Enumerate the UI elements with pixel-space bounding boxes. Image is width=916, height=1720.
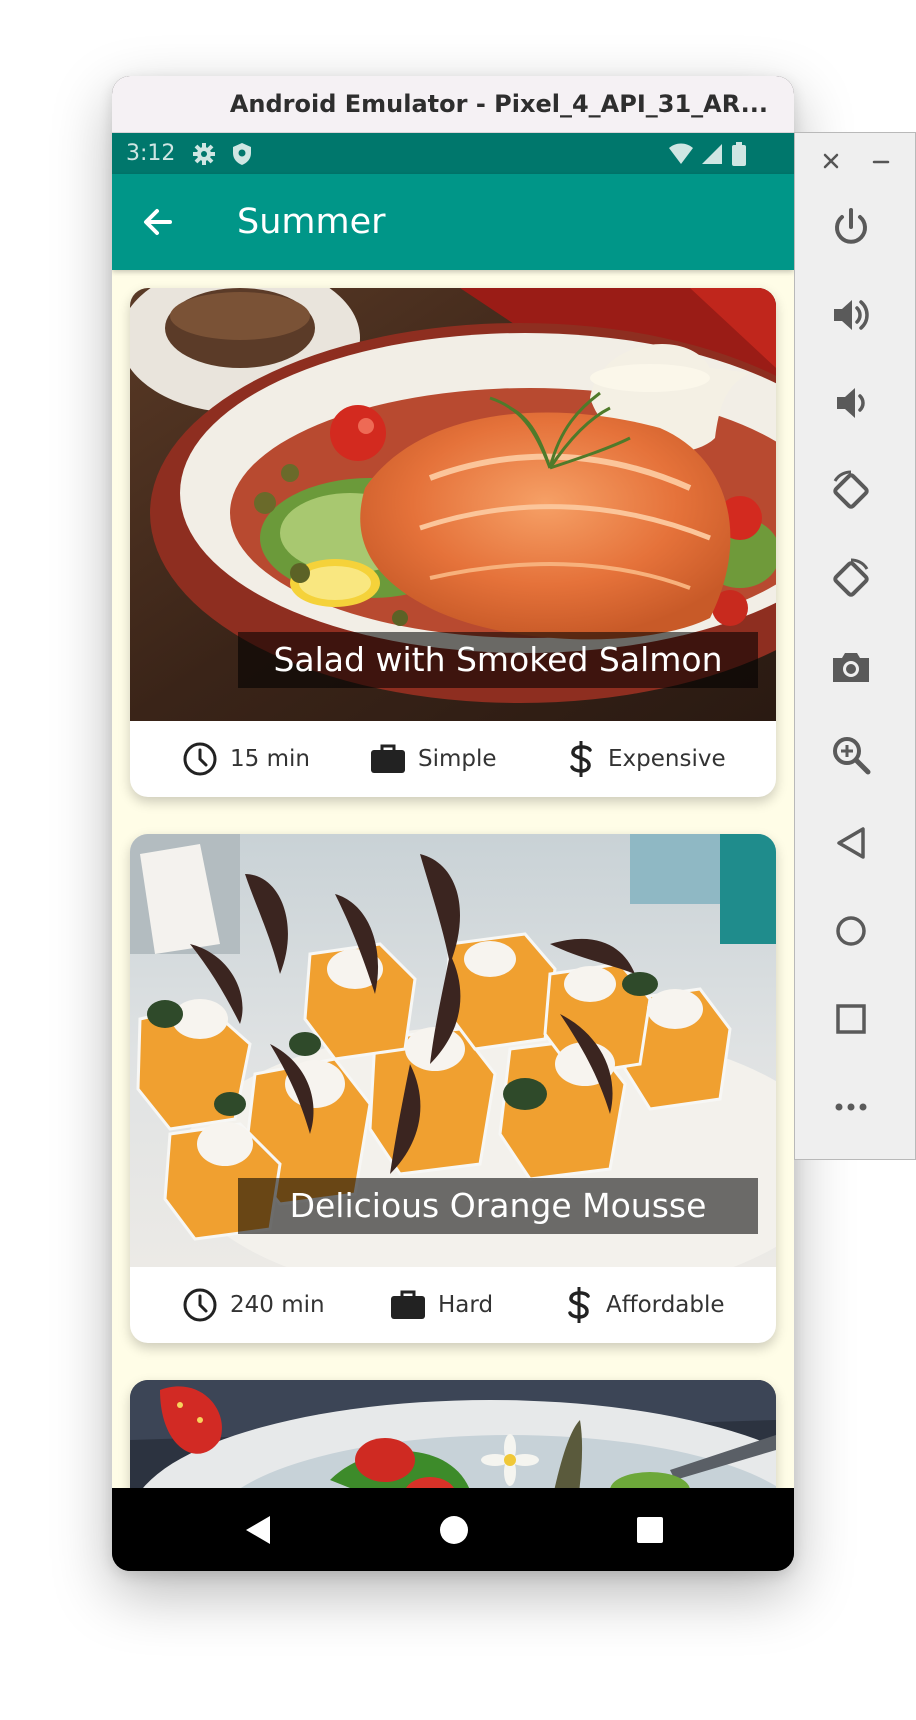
volume-down-icon[interactable] (829, 381, 873, 425)
affordability-label: Affordable (606, 1292, 725, 1318)
meal-list[interactable]: Salad with Smoked Salmon 15 min Simple E… (112, 270, 794, 1488)
meal-card[interactable]: Salad with Smoked Salmon 15 min Simple E… (130, 288, 776, 797)
meal-complexity: Simple (370, 721, 497, 797)
duration-label: 15 min (230, 746, 310, 772)
signal-icon (702, 144, 722, 164)
emulator-window: Android Emulator - Pixel_4_API_31_AR... … (112, 76, 794, 1571)
rotate-left-icon[interactable] (829, 469, 873, 513)
more-icon[interactable] (829, 1085, 873, 1129)
meal-duration: 15 min (182, 721, 310, 797)
dollar-icon (568, 1287, 590, 1323)
nav-recents-icon[interactable] (628, 1508, 672, 1552)
meal-title: Salad with Smoked Salmon (238, 632, 758, 688)
meal-affordability: Expensive (566, 721, 726, 797)
power-icon[interactable] (829, 205, 873, 249)
meal-title: Delicious Orange Mousse (238, 1178, 758, 1234)
clock-icon (183, 1288, 217, 1322)
complexity-label: Simple (418, 746, 497, 772)
overview-icon[interactable] (829, 997, 873, 1041)
settings-icon (193, 143, 215, 165)
meal-card[interactable] (130, 1380, 776, 1488)
affordability-label: Expensive (608, 746, 726, 772)
volume-up-icon[interactable] (829, 293, 873, 337)
window-titlebar[interactable]: Android Emulator - Pixel_4_API_31_AR... (112, 76, 794, 133)
arrow-back-icon[interactable] (136, 200, 180, 244)
app-bar: Summer (112, 174, 794, 270)
android-status-bar: 3:12 (112, 133, 794, 174)
meal-card[interactable]: Delicious Orange Mousse 240 min Hard Aff… (130, 834, 776, 1343)
emulator-toolbar (794, 132, 916, 1160)
briefcase-icon (391, 1290, 425, 1319)
summer-salad-image (130, 1380, 776, 1488)
meal-meta-row: 15 min Simple Expensive (130, 721, 776, 797)
back-icon[interactable] (829, 821, 873, 865)
clock-icon (183, 742, 217, 776)
camera-icon[interactable] (829, 645, 873, 689)
complexity-label: Hard (438, 1292, 494, 1318)
window-title: Android Emulator - Pixel_4_API_31_AR... (229, 90, 768, 118)
briefcase-icon (371, 744, 405, 773)
duration-label: 240 min (230, 1292, 325, 1318)
shield-icon (233, 143, 251, 165)
nav-home-icon[interactable] (432, 1508, 476, 1552)
status-time: 3:12 (126, 141, 176, 166)
wifi-icon (669, 143, 693, 164)
page-title: Summer (237, 202, 386, 242)
meal-complexity: Hard (390, 1267, 493, 1343)
meal-affordability: Affordable (564, 1267, 725, 1343)
dollar-icon (570, 741, 592, 777)
battery-icon (732, 142, 746, 166)
rotate-right-icon[interactable] (829, 557, 873, 601)
zoom-icon[interactable] (829, 733, 873, 777)
meal-meta-row: 240 min Hard Affordable (130, 1267, 776, 1343)
close-icon[interactable] (819, 149, 843, 173)
nav-back-icon[interactable] (236, 1508, 280, 1552)
home-icon[interactable] (829, 909, 873, 953)
android-nav-bar (112, 1488, 794, 1571)
meal-duration: 240 min (182, 1267, 325, 1343)
minimize-icon[interactable] (869, 149, 893, 173)
